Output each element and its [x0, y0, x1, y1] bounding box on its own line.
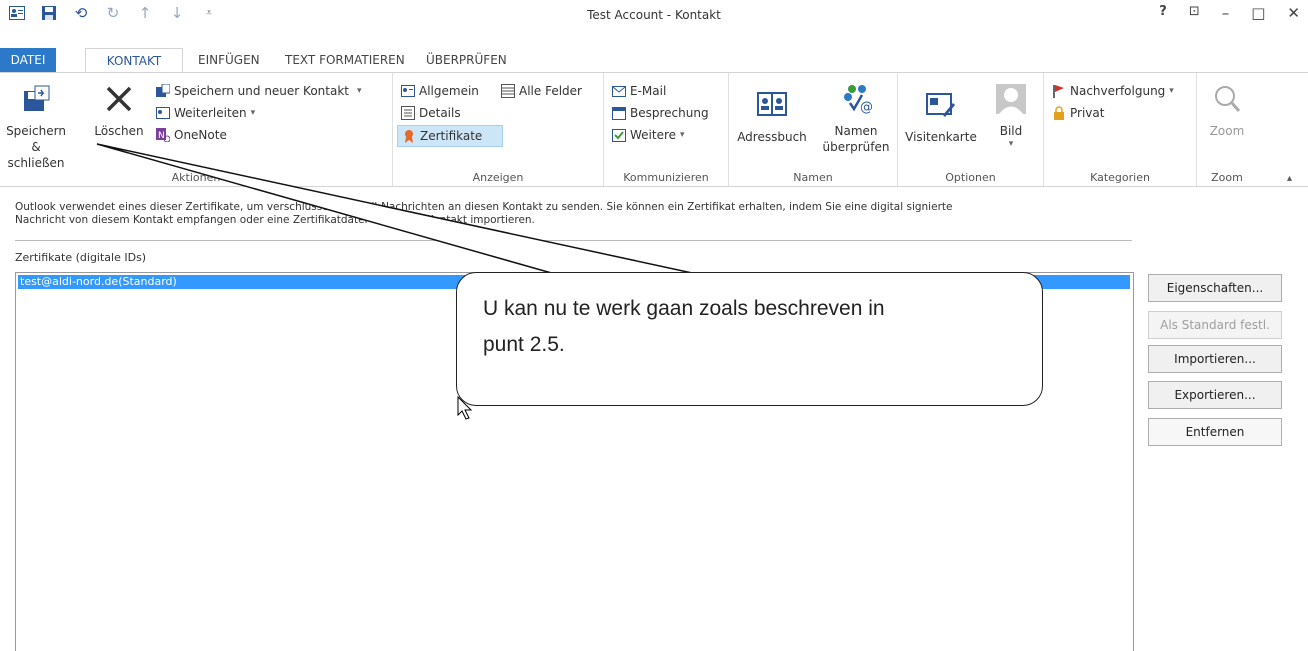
forward-button[interactable]: Weiterleiten ▾: [156, 103, 255, 123]
save-close-button[interactable]: Speichern & schließen: [2, 83, 70, 171]
title-bar: ⟲ ↻ ↑ ↓ ⩡ Test Account - Kontakt ? ⊡ – □…: [0, 0, 1308, 30]
certificates-view-button[interactable]: Zertifikate: [397, 125, 503, 147]
tab-ueberpruefen[interactable]: ÜBERPRÜFEN: [426, 48, 507, 72]
tab-text-formatieren[interactable]: TEXT FORMATIEREN: [285, 48, 405, 72]
general-icon: [401, 85, 415, 97]
collapse-ribbon-icon[interactable]: ▴: [1287, 173, 1292, 184]
address-book-button[interactable]: Adressbuch: [735, 89, 809, 145]
ribbon: Speichern & schließen Löschen Speichern …: [0, 72, 1308, 187]
help-icon[interactable]: ?: [1159, 4, 1167, 22]
save-close-icon: [24, 85, 50, 111]
import-button[interactable]: Importieren...: [1148, 345, 1282, 373]
forward-icon: [156, 107, 170, 119]
group-label-kommunizieren: Kommunizieren: [623, 171, 709, 184]
window-title: Test Account - Kontakt: [587, 8, 721, 22]
save-new-icon: [156, 84, 170, 97]
save-new-contact-button[interactable]: Speichern und neuer Kontakt ▾: [156, 81, 362, 101]
divider: [15, 240, 1132, 241]
meeting-icon: [612, 107, 626, 120]
set-default-button[interactable]: Als Standard festl.: [1148, 311, 1282, 339]
onenote-icon: N: [156, 128, 170, 142]
properties-button[interactable]: Eigenschaften...: [1148, 274, 1282, 302]
remove-button[interactable]: Entfernen: [1148, 418, 1282, 446]
delete-button[interactable]: Löschen: [90, 83, 148, 139]
email-button[interactable]: E-Mail: [612, 81, 666, 101]
group-label-optionen: Optionen: [945, 171, 996, 184]
tab-kontakt[interactable]: KONTAKT: [85, 48, 183, 74]
group-kommunizieren: E-Mail Besprechung Weitere ▾ Kommunizier…: [604, 73, 729, 186]
dropdown-arrow-icon: ▾: [1169, 86, 1174, 96]
all-fields-icon: [501, 84, 515, 98]
group-label-namen: Namen: [793, 171, 833, 184]
ribbon-tabs: DATEI KONTAKT EINFÜGEN TEXT FORMATIEREN …: [0, 48, 1308, 74]
check-names-icon: @: [844, 85, 873, 115]
flag-icon: [1053, 85, 1064, 98]
private-button[interactable]: Privat: [1052, 103, 1104, 123]
tab-einfuegen[interactable]: EINFÜGEN: [198, 48, 260, 72]
maximize-icon[interactable]: □: [1251, 4, 1265, 22]
picture-person-icon: [996, 84, 1026, 114]
close-icon[interactable]: ✕: [1287, 4, 1300, 22]
dropdown-arrow-icon: ▾: [680, 130, 685, 140]
dropdown-arrow-icon: ▾: [1008, 139, 1014, 149]
group-label-zoom: Zoom: [1211, 171, 1243, 184]
lock-icon: [1054, 106, 1064, 120]
zoom-button[interactable]: Zoom: [1201, 83, 1253, 139]
group-label-anzeigen: Anzeigen: [472, 171, 524, 184]
info-text: Outlook verwendet eines dieser Zertifika…: [15, 201, 953, 226]
group-namen: Adressbuch @ Namen überprüfen Namen: [729, 73, 898, 186]
ribbon-display-icon[interactable]: ⊡: [1189, 4, 1200, 22]
details-button[interactable]: Details: [401, 103, 461, 123]
group-zoom: Zoom Zoom: [1197, 73, 1257, 186]
certificate-ribbon-icon: [405, 130, 413, 143]
group-kategorien: Nachverfolgung ▾ Privat Kategorien: [1044, 73, 1197, 186]
svg-text:@: @: [860, 100, 872, 115]
details-icon: [401, 106, 415, 120]
group-anzeigen: Allgemein Alle Felder Details Zertifikat…: [393, 73, 604, 186]
minimize-icon[interactable]: –: [1222, 4, 1230, 22]
group-aktionen: Speichern & schließen Löschen Speichern …: [0, 73, 393, 186]
group-label-kategorien: Kategorien: [1090, 171, 1150, 184]
general-view-button[interactable]: Allgemein: [401, 81, 479, 101]
business-card-button[interactable]: Visitenkarte: [904, 89, 978, 145]
group-label-aktionen: Aktionen: [171, 171, 221, 184]
onenote-button[interactable]: N OneNote: [156, 125, 227, 145]
delete-x-icon: [106, 86, 132, 112]
group-optionen: Visitenkarte Bild ▾ Optionen: [898, 73, 1044, 186]
dropdown-arrow-icon: ▾: [356, 86, 362, 96]
follow-up-button[interactable]: Nachverfolgung ▾: [1052, 81, 1174, 101]
callout-box: U kan nu te werk gaan zoals beschreven i…: [456, 272, 1043, 406]
address-book-icon: [757, 92, 787, 116]
email-icon: [612, 86, 626, 97]
certificates-label: Zertifikate (digitale IDs): [15, 251, 147, 264]
window-controls: ? ⊡ – □ ✕: [1159, 4, 1300, 22]
check-names-button[interactable]: @ Namen überprüfen: [819, 83, 893, 155]
magnifier-icon: [1215, 86, 1241, 112]
dropdown-arrow-icon: ▾: [250, 108, 256, 118]
tab-datei[interactable]: DATEI: [0, 48, 56, 72]
export-button[interactable]: Exportieren...: [1148, 381, 1282, 409]
all-fields-button[interactable]: Alle Felder: [501, 81, 582, 101]
mouse-cursor-icon: [457, 396, 473, 420]
meeting-button[interactable]: Besprechung: [612, 103, 709, 123]
more-button[interactable]: Weitere ▾: [612, 125, 685, 145]
callout-text-line1: U kan nu te werk gaan zoals beschreven i…: [483, 297, 885, 320]
more-icon: [612, 129, 626, 142]
callout-text-line2: punt 2.5.: [483, 333, 565, 356]
business-card-icon: [926, 93, 955, 117]
picture-button[interactable]: Bild ▾: [984, 83, 1038, 149]
